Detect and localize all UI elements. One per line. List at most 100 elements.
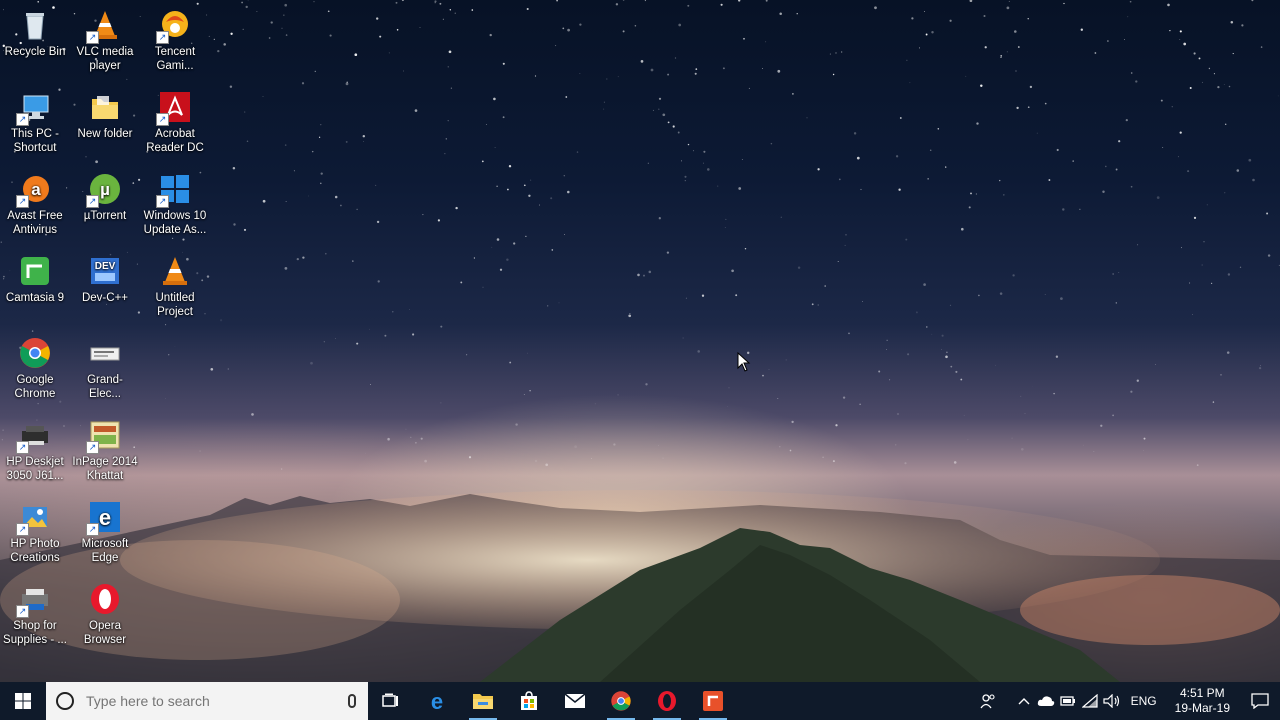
clock-date: 19-Mar-19 — [1174, 701, 1230, 715]
taskbar-mail[interactable] — [552, 682, 598, 720]
desktop-icon-microsoft-edge[interactable]: e ↗ Microsoft Edge — [71, 496, 139, 572]
svg-text:DEV: DEV — [95, 261, 116, 272]
desktop-icon-shop-for-supplies[interactable]: ↗ Shop for Supplies - ... — [1, 578, 69, 654]
volume-icon[interactable] — [1101, 682, 1123, 720]
desktop-icon-label: Tencent Gami... — [154, 46, 196, 72]
shop-supplies-icon: ↗ — [16, 582, 52, 618]
desktop-icon-new-folder[interactable]: New folder — [71, 86, 139, 162]
svg-text:e: e — [99, 505, 111, 530]
taskbar-edge[interactable]: e — [414, 682, 460, 720]
document-icon — [88, 336, 122, 370]
edge-icon: e — [431, 690, 443, 712]
svg-text:µ: µ — [100, 180, 110, 199]
desktop-icon-google-chrome[interactable]: Google Chrome — [1, 332, 69, 408]
desktop-icon-label: Microsoft Edge — [81, 538, 129, 564]
folder-icon — [88, 90, 122, 124]
desktop-icon-grand-elec[interactable]: Grand-Elec... — [71, 332, 139, 408]
desktop-icon-acrobat-reader[interactable]: ↗ Acrobat Reader DC — [141, 86, 209, 162]
search-input[interactable] — [84, 692, 328, 710]
chrome-icon — [611, 691, 631, 711]
start-button[interactable] — [0, 682, 46, 720]
inpage-icon: ↗ — [86, 418, 122, 454]
taskbar-camtasia[interactable] — [690, 682, 736, 720]
language-indicator[interactable]: ENG — [1123, 694, 1165, 708]
desktop-icon-utorrent[interactable]: µ ↗ µTorrent — [71, 168, 139, 244]
tray-spacer — [999, 682, 1013, 720]
chrome-icon — [18, 336, 52, 370]
action-center-button[interactable] — [1240, 682, 1280, 720]
shortcut-arrow-icon: ↗ — [156, 113, 169, 126]
devcpp-icon: DEV — [88, 254, 122, 288]
desktop-icon-dev-cpp[interactable]: DEV Dev-C++ — [71, 250, 139, 326]
utorrent-icon: µ ↗ — [86, 172, 122, 208]
desktop-icon-label: Dev-C++ — [81, 292, 129, 304]
notification-icon — [1251, 693, 1269, 709]
network-icon[interactable] — [1079, 682, 1101, 720]
desktop-icon-label: Windows 10 Update As... — [143, 210, 207, 236]
acrobat-icon: ↗ — [156, 90, 192, 126]
desktop-icon-inpage[interactable]: ↗ InPage 2014 Khattat — [71, 414, 139, 490]
desktop-icon-hp-deskjet[interactable]: ↗ HP Deskjet 3050 J61... — [1, 414, 69, 490]
desktop-icon-tencent-gaming[interactable]: ↗ Tencent Gami... — [141, 4, 209, 80]
desktop[interactable]: Recycle Bin ↗ This PC - Shortcut a ↗ Ava… — [0, 0, 1280, 682]
shortcut-arrow-icon: ↗ — [86, 195, 99, 208]
shortcut-arrow-icon: ↗ — [86, 31, 99, 44]
hp-photo-icon: ↗ — [16, 500, 52, 536]
vlc-project-icon — [158, 254, 192, 288]
shortcut-arrow-icon: ↗ — [16, 605, 29, 618]
desktop-icon-this-pc[interactable]: ↗ This PC - Shortcut — [1, 86, 69, 162]
file-explorer-icon — [473, 694, 493, 709]
clock[interactable]: 4:51 PM 19-Mar-19 — [1165, 686, 1240, 716]
desktop-icon-label: HP Deskjet 3050 J61... — [6, 456, 64, 482]
shortcut-arrow-icon: ↗ — [16, 523, 29, 536]
taskbar-chrome[interactable] — [598, 682, 644, 720]
desktop-icon-avast[interactable]: a ↗ Avast Free Antivirus — [1, 168, 69, 244]
desktop-icon-camtasia[interactable]: Camtasia 9 — [1, 250, 69, 326]
desktop-icon-label: VLC media player — [76, 46, 134, 72]
printer-icon: ↗ — [16, 418, 52, 454]
taskbar-store[interactable] — [506, 682, 552, 720]
taskbar-task-view[interactable] — [368, 682, 414, 720]
desktop-icon-label: Camtasia 9 — [5, 292, 65, 304]
desktop-icon-label: µTorrent — [83, 210, 127, 222]
desktop-icon-label: Shop for Supplies - ... — [3, 620, 67, 646]
opera-icon — [88, 582, 122, 616]
taskbar-opera[interactable] — [644, 682, 690, 720]
shortcut-arrow-icon: ↗ — [156, 195, 169, 208]
svg-text:a: a — [31, 180, 41, 199]
shortcut-arrow-icon: ↗ — [156, 31, 169, 44]
store-icon — [521, 691, 537, 710]
camtasia-icon — [703, 691, 723, 711]
desktop-icon-label: Google Chrome — [14, 374, 56, 400]
search-box[interactable] — [46, 682, 368, 720]
battery-icon[interactable] — [1057, 682, 1079, 720]
microphone-icon[interactable] — [348, 694, 356, 708]
desktop-icon-hp-photo-creations[interactable]: ↗ HP Photo Creations — [1, 496, 69, 572]
desktop-icon-windows-update[interactable]: ↗ Windows 10 Update As... — [141, 168, 209, 244]
shortcut-arrow-icon: ↗ — [16, 441, 29, 454]
opera-icon — [658, 691, 676, 711]
desktop-icon-label: InPage 2014 Khattat — [72, 456, 138, 482]
task-view-icon — [382, 693, 398, 707]
desktop-icon-label: Recycle Bin — [4, 46, 66, 58]
clock-time: 4:51 PM — [1179, 686, 1225, 700]
desktop-icon-vlc[interactable]: ↗ VLC media player — [71, 4, 139, 80]
desktop-icon-label: Avast Free Antivirus — [7, 210, 63, 236]
shortcut-arrow-icon: ↗ — [16, 113, 29, 126]
people-icon[interactable] — [977, 682, 999, 720]
desktop-icon-untitled-project[interactable]: Untitled Project — [141, 250, 209, 326]
taskbar-file-explorer[interactable] — [460, 682, 506, 720]
this-pc-icon: ↗ — [16, 90, 52, 126]
tencent-gaming-icon: ↗ — [156, 8, 192, 44]
desktop-icon-recycle-bin[interactable]: Recycle Bin — [1, 4, 69, 80]
show-hidden-icons-chevron-icon[interactable] — [1013, 682, 1035, 720]
mail-icon — [564, 693, 586, 708]
onedrive-cloud-icon[interactable] — [1035, 682, 1057, 720]
svg-text:e: e — [431, 690, 443, 712]
desktop-icon-label: This PC - Shortcut — [11, 128, 59, 154]
desktop-icon-opera[interactable]: Opera Browser — [71, 578, 139, 654]
desktop-icon-label: HP Photo Creations — [10, 538, 60, 564]
desktop-icon-label: New folder — [77, 128, 133, 140]
shortcut-arrow-icon: ↗ — [86, 441, 99, 454]
desktop-icon-label: Untitled Project — [155, 292, 195, 318]
